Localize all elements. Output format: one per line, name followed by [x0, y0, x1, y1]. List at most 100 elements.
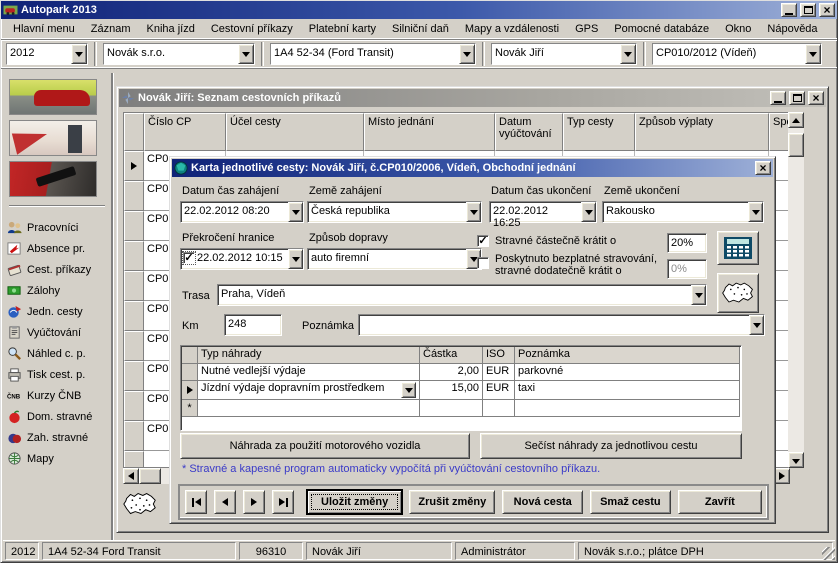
list-minimize-icon[interactable]: [770, 91, 786, 105]
grid-cell-amount[interactable]: 15,00: [420, 381, 483, 400]
menu-item-4[interactable]: Cestovní příkazy: [203, 21, 301, 37]
menu-item-9[interactable]: Pomocné databáze: [606, 21, 717, 37]
start-datetime-combo[interactable]: 22.02.2012 08:20: [180, 201, 304, 223]
start-country-combo[interactable]: Česká republika: [307, 201, 482, 223]
save-button[interactable]: Uložit změny: [307, 490, 402, 514]
column-header-2[interactable]: Účel cesty: [226, 113, 364, 151]
row-selector: [124, 241, 144, 271]
chevron-down-icon[interactable]: [620, 44, 636, 64]
border-cross-checkbox[interactable]: ✓: [183, 252, 195, 264]
menu-item-5[interactable]: Platební karty: [301, 21, 384, 37]
grid-cell-note[interactable]: taxi: [515, 381, 740, 400]
sidebar-item-absence-pr-[interactable]: Absence pr.: [7, 238, 107, 259]
km-field[interactable]: 248: [224, 314, 282, 336]
menu-item-1[interactable]: Hlavní menu: [5, 21, 83, 37]
vertical-scrollbar[interactable]: [788, 112, 804, 468]
menu-item-8[interactable]: GPS: [567, 21, 606, 37]
compensation-grid[interactable]: Typ náhradyČástkaISOPoznámkaNutné vedlej…: [180, 345, 742, 431]
grid-cell-iso[interactable]: EUR: [483, 364, 515, 381]
menu-item-6[interactable]: Silniční daň: [384, 21, 457, 37]
menu-item-10[interactable]: Okno: [717, 21, 759, 37]
column-header-5[interactable]: Typ cesty: [563, 113, 635, 151]
menu-item-3[interactable]: Kniha jízd: [139, 21, 203, 37]
sidebar-item-zah-stravn-[interactable]: Zah. stravné: [7, 427, 107, 448]
sidebar-item-tisk-cest-p-[interactable]: Tisk cest. p.: [7, 364, 107, 385]
scroll-right-icon[interactable]: [774, 468, 790, 484]
close-button[interactable]: Zavřít: [678, 490, 762, 514]
note-combo[interactable]: [358, 314, 765, 336]
sidebar-item-z-lohy[interactable]: Zálohy: [7, 280, 107, 301]
nav-first-icon[interactable]: [185, 490, 207, 514]
grid-cell-type[interactable]: Jízdní výdaje dopravním prostředkem: [198, 381, 420, 400]
grid-cell-note[interactable]: parkovné: [515, 364, 740, 381]
column-header-3[interactable]: Místo jednání: [364, 113, 495, 151]
sidebar-item-mapy[interactable]: Mapy: [7, 448, 107, 469]
border-cross-combo[interactable]: ✓ 22.02.2012 10:15: [180, 248, 304, 270]
list-close-icon[interactable]: ×: [808, 91, 824, 105]
end-country-combo[interactable]: Rakousko: [602, 201, 764, 223]
grid-cell-iso[interactable]: EUR: [483, 381, 515, 400]
nav-prev-icon[interactable]: [214, 490, 236, 514]
scroll-up-icon[interactable]: [788, 112, 804, 128]
grid-new-row[interactable]: *: [182, 400, 740, 417]
nav-last-icon[interactable]: [272, 490, 294, 514]
toolbar-combo-vehicle[interactable]: 1A4 52-34 (Ford Transit): [270, 43, 476, 65]
menu-item-7[interactable]: Mapy a vzdálenosti: [457, 21, 567, 37]
sidebar-item-jedn-cesty[interactable]: Jedn. cesty: [7, 301, 107, 322]
list-maximize-icon[interactable]: [789, 91, 805, 105]
chevron-down-icon[interactable]: [401, 382, 416, 398]
grid-cell-type[interactable]: Nutné vedlejší výdaje: [198, 364, 420, 381]
sum-compensation-button[interactable]: Sečíst náhrady za jednotlivou cestu: [480, 433, 742, 459]
scroll-thumb[interactable]: [788, 133, 804, 157]
calculator-button[interactable]: [717, 231, 759, 265]
close-icon[interactable]: ×: [819, 3, 835, 17]
sidebar-item-n-hled-c-p-[interactable]: Náhled c. p.: [7, 343, 107, 364]
column-header-4[interactable]: Datum vyúčtování: [495, 113, 563, 151]
free-meal-percent-field[interactable]: 0%: [667, 259, 707, 279]
column-header-6[interactable]: Způsob výplaty: [635, 113, 769, 151]
menu-item-11[interactable]: Nápověda: [759, 21, 825, 37]
column-header-1[interactable]: Číslo CP: [144, 113, 226, 151]
toolbar-combo-company[interactable]: Novák s.r.o.: [103, 43, 255, 65]
end-datetime-combo[interactable]: 22.02.2012 16:25: [489, 201, 597, 223]
sidebar-divider: [9, 205, 105, 207]
hscroll-thumb[interactable]: [139, 468, 161, 484]
sidebar-item-vy-tov-n-[interactable]: Vyúčtování: [7, 322, 107, 343]
sidebar-item-pracovn-ci[interactable]: Pracovníci: [7, 217, 107, 238]
grid-row[interactable]: Nutné vedlejší výdaje2,00EURparkovné: [182, 364, 740, 381]
minimize-icon[interactable]: [781, 3, 797, 17]
grid-cell-amount[interactable]: 2,00: [420, 364, 483, 381]
meal-cut-percent-field[interactable]: 20%: [667, 233, 707, 253]
chevron-down-icon[interactable]: [71, 44, 87, 64]
maximize-icon[interactable]: [800, 3, 816, 17]
chevron-down-icon[interactable]: [459, 44, 475, 64]
chevron-down-icon[interactable]: [805, 44, 821, 64]
route-combo[interactable]: Praha, Vídeň: [217, 284, 707, 306]
grid-row[interactable]: Jízdní výdaje dopravním prostředkem15,00…: [182, 381, 740, 400]
vehicle-compensation-button[interactable]: Náhrada za použití motorového vozidla: [180, 433, 470, 459]
delete-trip-button[interactable]: Smaž cestu: [590, 490, 671, 514]
toolbar-combo-trip-order[interactable]: CP010/2012 (Vídeň): [652, 43, 822, 65]
chevron-down-icon[interactable]: [238, 44, 254, 64]
combo-value-trip-order: CP010/2012 (Vídeň): [653, 44, 805, 64]
status-panel-6: Novák s.r.o.; plátce DPH: [578, 542, 833, 560]
sidebar-item-kurzy-nb[interactable]: ČNBKurzy ČNB: [7, 385, 107, 406]
dialog-close-icon[interactable]: ×: [755, 161, 771, 175]
free-meal-checkbox[interactable]: ✓: [477, 257, 489, 269]
toolbar-combo-year[interactable]: 2012: [6, 43, 88, 65]
cancel-button[interactable]: Zrušit změny: [409, 490, 495, 514]
scroll-left-icon[interactable]: [123, 468, 139, 484]
toolbar-combo-employee[interactable]: Novák Jiří: [491, 43, 637, 65]
grid-selector-header: [182, 347, 198, 364]
resize-grip[interactable]: [822, 547, 835, 560]
sidebar-item-dom-stravn-[interactable]: Dom. stravné: [7, 406, 107, 427]
menu-item-2[interactable]: Záznam: [83, 21, 139, 37]
meal-cut-checkbox[interactable]: ✓: [477, 235, 489, 247]
route-map-button[interactable]: [717, 273, 759, 313]
new-trip-button[interactable]: Nová cesta: [502, 490, 583, 514]
column-header-7[interactable]: Spoluc: [769, 113, 789, 151]
scroll-down-icon[interactable]: [788, 452, 804, 468]
sidebar-item-cest-p-kazy[interactable]: Cest. příkazy: [7, 259, 107, 280]
transport-combo[interactable]: auto firemní: [307, 248, 482, 270]
nav-next-icon[interactable]: [243, 490, 265, 514]
